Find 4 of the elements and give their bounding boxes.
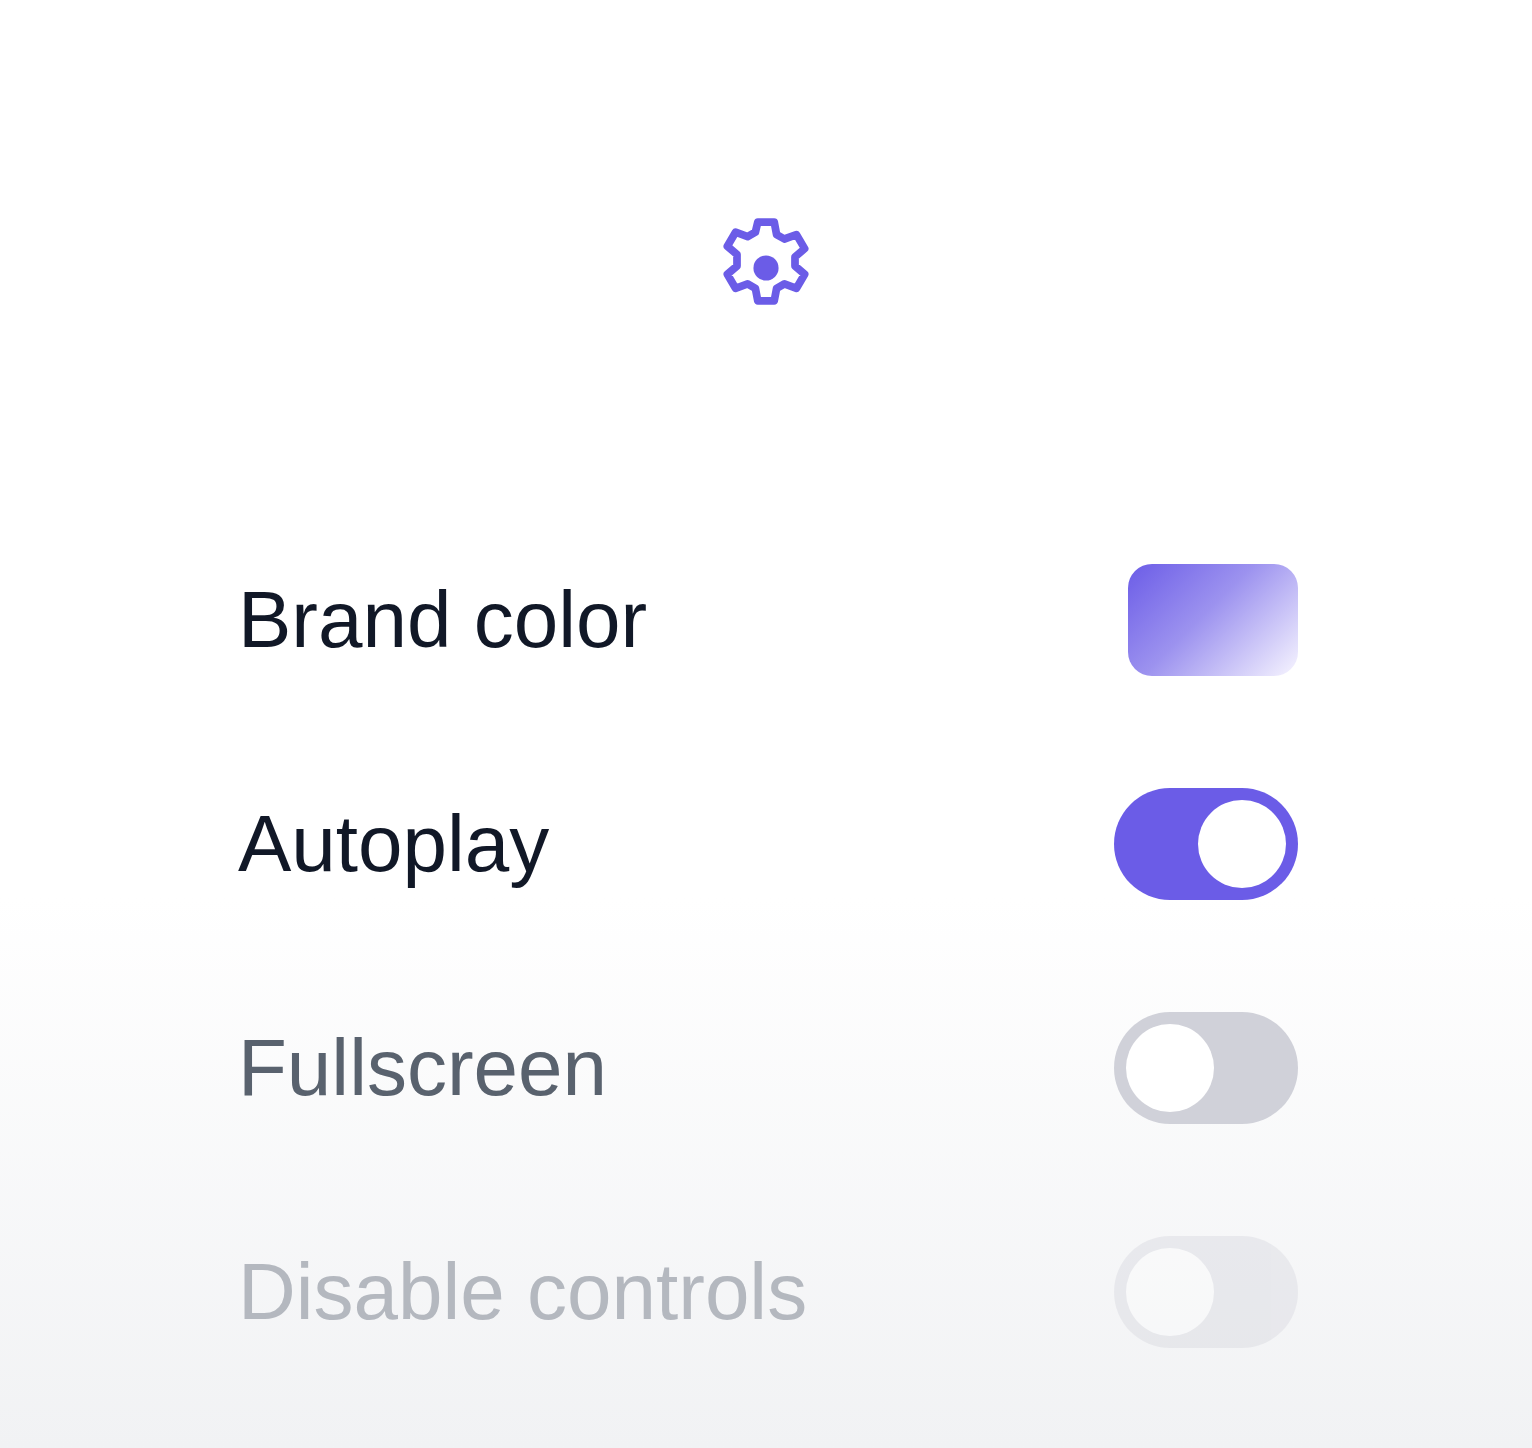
color-swatch[interactable] <box>1128 564 1298 676</box>
setting-label: Disable controls <box>238 1252 808 1332</box>
setting-label: Brand color <box>238 580 648 660</box>
setting-label: Fullscreen <box>238 1028 608 1108</box>
